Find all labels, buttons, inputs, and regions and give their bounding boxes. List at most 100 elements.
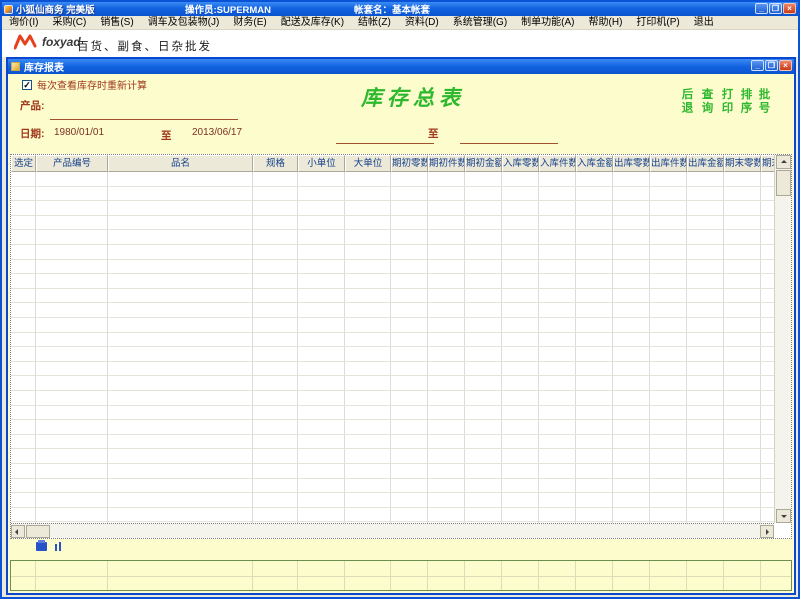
report-title: 库存总表 (328, 82, 498, 112)
grid-line (11, 346, 774, 347)
side-button-2[interactable]: 查询 (700, 88, 712, 115)
menu-item[interactable]: 制单功能(A) (514, 16, 581, 29)
horizontal-scroll-thumb[interactable] (26, 525, 50, 538)
report-minimize-button[interactable]: _ (751, 60, 764, 71)
menu-item[interactable]: 销售(S) (93, 16, 140, 29)
operator-label: 操作员:SUPERMAN (185, 2, 271, 16)
recalc-checkbox[interactable]: ✓ (22, 80, 32, 90)
report-window-title: 库存报表 (24, 59, 64, 74)
grid-line (344, 172, 345, 523)
logo: foxyad (14, 34, 81, 50)
grid-line (11, 361, 774, 362)
report-restore-button[interactable]: ❐ (765, 60, 778, 71)
grid-line (11, 463, 774, 464)
column-header[interactable]: 出库金额 (687, 155, 724, 172)
menu-item[interactable]: 调车及包装物(J) (141, 16, 227, 29)
close-button[interactable]: × (783, 3, 796, 14)
grid-line (11, 492, 774, 493)
menu-item[interactable]: 财务(E) (226, 16, 273, 29)
banner-slogan: 百货、副食、日杂批发 (77, 38, 212, 54)
column-header[interactable]: 入库零数 (502, 155, 539, 172)
account-label: 帐套名：基本帐套 (354, 2, 430, 16)
column-header[interactable]: 入库金额 (576, 155, 613, 172)
report-close-button[interactable]: × (779, 60, 792, 71)
date-to-label: 至 (161, 128, 172, 143)
column-header[interactable]: 选定 (11, 155, 36, 172)
date-label: 日期: (20, 126, 45, 141)
grid-line (11, 215, 774, 216)
app-titlebar: 小狐仙商务 完美版 操作员:SUPERMAN 帐套名：基本帐套 _ ❐ × (2, 2, 798, 16)
menu-item[interactable]: 资料(D) (398, 16, 446, 29)
column-header[interactable]: 期初金额 (465, 155, 502, 172)
scroll-left-button[interactable] (11, 525, 25, 538)
grid-line (390, 172, 391, 523)
menu-item[interactable]: 采购(C) (45, 16, 93, 29)
column-header[interactable]: 出库零数 (613, 155, 650, 172)
grid-line (11, 244, 774, 245)
column-header[interactable]: 期初件数 (428, 155, 465, 172)
date-to-value[interactable]: 2013/06/17 (192, 127, 242, 138)
grid-line (11, 507, 774, 508)
side-button-1[interactable]: 后退 (680, 88, 692, 115)
date-from-value[interactable]: 1980/01/01 (54, 127, 104, 138)
menu-item[interactable]: 退出 (687, 16, 721, 29)
menu-item[interactable]: 打印机(P) (629, 16, 686, 29)
side-button-5[interactable]: 批号 (757, 88, 769, 115)
grid-line (107, 172, 108, 523)
grid-line (11, 200, 774, 201)
menu-item[interactable]: 配送及库存(K) (274, 16, 351, 29)
side-button-3[interactable]: 打印 (720, 88, 732, 115)
grid-line (649, 172, 650, 523)
vertical-scrollbar[interactable] (774, 155, 791, 523)
grid-line (686, 172, 687, 523)
app-icon (4, 5, 13, 14)
grid-line (723, 172, 724, 523)
product-input[interactable] (50, 119, 238, 120)
grid-line (11, 186, 774, 187)
column-header[interactable]: 期末件数 (761, 155, 774, 172)
grid-line (11, 448, 774, 449)
minimize-button[interactable]: _ (755, 3, 768, 14)
menu-item[interactable]: 帮助(H) (582, 16, 630, 29)
vertical-scroll-thumb[interactable] (776, 170, 791, 196)
column-header[interactable]: 产品编号 (36, 155, 108, 172)
grid-line (11, 390, 774, 391)
column-header[interactable]: 期末零数 (724, 155, 761, 172)
column-header[interactable]: 规格 (253, 155, 298, 172)
report-window-content: ✓ 每次查看库存时重新计算 产品: 库存总表 后退查询打印排序批号 日期: 19… (8, 74, 794, 593)
menu-item[interactable]: 询价(I) (2, 16, 45, 29)
column-header[interactable]: 期初零数 (391, 155, 428, 172)
column-header[interactable]: 大单位 (345, 155, 391, 172)
column-header[interactable]: 出库件数 (650, 155, 687, 172)
horizontal-scrollbar[interactable] (11, 523, 774, 538)
grid-line (427, 172, 428, 523)
scroll-up-button[interactable] (776, 155, 791, 169)
grid-line (11, 273, 774, 274)
grid-line (11, 419, 774, 420)
scroll-right-button[interactable] (760, 525, 774, 538)
sort-bars-icon[interactable] (55, 542, 61, 551)
grid-line (11, 405, 774, 406)
restore-button[interactable]: ❐ (769, 3, 782, 14)
grid-line (11, 478, 774, 479)
side-button-4[interactable]: 排序 (739, 88, 751, 115)
table-body (11, 172, 774, 523)
grid-line (252, 172, 253, 523)
menu-item[interactable]: 系统管理(G) (446, 16, 514, 29)
scroll-down-button[interactable] (776, 509, 791, 523)
table-header-row: 选定产品编号品名规格小单位大单位期初零数期初件数期初金额入库零数入库件数入库金额… (11, 155, 774, 172)
grid-line (11, 288, 774, 289)
banner: foxyad 百货、副食、日杂批发 (2, 30, 798, 57)
report-window-icon (11, 62, 20, 71)
grid-line (11, 259, 774, 260)
menu-item[interactable]: 结帐(Z) (351, 16, 398, 29)
range-from-input[interactable] (336, 143, 434, 144)
column-header[interactable]: 小单位 (298, 155, 345, 172)
range-to-label: 至 (428, 126, 439, 141)
column-header[interactable]: 入库件数 (539, 155, 576, 172)
app-title: 小狐仙商务 完美版 (16, 2, 95, 16)
range-to-input[interactable] (460, 143, 558, 144)
column-header[interactable]: 品名 (108, 155, 253, 172)
grid-line (297, 172, 298, 523)
printer-icon[interactable] (36, 542, 47, 551)
